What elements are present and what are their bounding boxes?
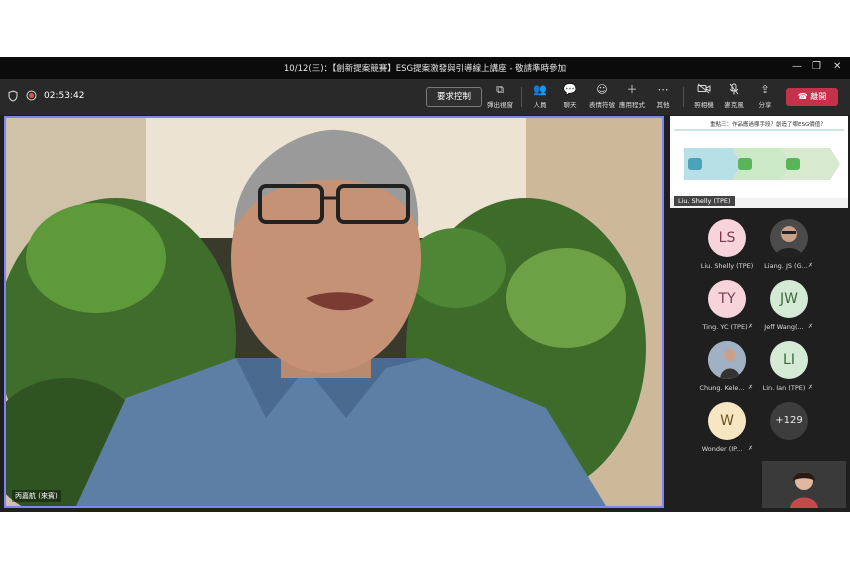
toolbar-divider [521, 87, 522, 107]
participant-name: Wonder (IP... [701, 445, 743, 453]
title-bar: 10/12(三)：【創新提案競賽】ESG提案激發與引導線上講座 - 敬請準時參加… [0, 57, 850, 79]
toolbar-divider [683, 87, 684, 107]
camera-button[interactable]: 照相機 [688, 83, 720, 109]
minimize-icon[interactable]: — [792, 61, 802, 72]
participant-name: Lin. Ian (TPE) [762, 384, 806, 392]
participant-name: Chung. Kele... [699, 384, 745, 392]
shared-content-preview[interactable]: 重點三：作品應過哪手段？創造了哪ESG價值？ [670, 116, 848, 208]
meeting-toolbar: 02:53:42 要求控制 ⧉ 彈出視窗 👥 人員 💬 聊天 ☺ 表情符號 ＋ … [0, 79, 850, 115]
participant-name: Jeff Wang(... [764, 323, 804, 331]
record-icon [26, 90, 37, 104]
restore-icon[interactable]: ❐ [812, 61, 821, 72]
presenter-tag: Liu. Shelly (TPE) [674, 196, 735, 206]
slide-diagram [670, 129, 848, 208]
camera-off-icon [688, 83, 720, 97]
shield-icon[interactable] [8, 90, 18, 105]
mic-button[interactable]: 麥克風 [718, 83, 750, 109]
apps-button[interactable]: ＋ 應用程式 [616, 83, 648, 109]
overflow-count: +129 [770, 402, 808, 440]
mic-off-icon: ✗ [808, 384, 814, 391]
speaker-video-frame [6, 118, 662, 506]
participant-name: Liang. JS (G... [764, 262, 808, 270]
request-control-button[interactable]: 要求控制 [426, 87, 482, 107]
window-title: 10/12(三)：【創新提案競賽】ESG提案激發與引導線上講座 - 敬請準時參加 [283, 64, 567, 74]
people-button[interactable]: 👥 人員 [524, 83, 556, 109]
more-icon: ⋯ [657, 83, 669, 96]
share-button[interactable]: ⇪ 分享 [749, 83, 781, 109]
plus-icon: ＋ [626, 83, 638, 96]
avatar: LI [770, 341, 808, 379]
mic-off-icon: ✗ [808, 323, 814, 330]
meeting-timer: 02:53:42 [44, 91, 85, 101]
smiley-icon: ☺ [596, 83, 608, 96]
mic-off-icon: ✗ [748, 384, 754, 391]
popout-icon: ⧉ [496, 83, 504, 96]
chat-icon: 💬 [563, 83, 577, 96]
teams-meeting-window: 10/12(三)：【創新提案競賽】ESG提案激發與引導線上講座 - 敬請準時參加… [0, 57, 850, 512]
popout-button[interactable]: ⧉ 彈出視窗 [484, 83, 516, 109]
mic-off-icon: ✗ [748, 323, 754, 330]
speaker-name-caption: 丙嘉航 (來賓) [12, 490, 61, 502]
mic-off-icon: ✗ [808, 262, 814, 269]
phone-icon: ☎ [797, 92, 808, 101]
chat-button[interactable]: 💬 聊天 [554, 83, 586, 109]
share-icon: ⇪ [760, 83, 770, 96]
avatar: JW [770, 280, 808, 318]
participant-name: Ting. YC (TPE) [702, 323, 748, 331]
main-speaker-video[interactable]: 丙嘉航 (來賓) [4, 116, 664, 508]
avatar-photo [770, 219, 808, 257]
avatar: W [708, 402, 746, 440]
people-icon: 👥 [533, 83, 547, 96]
reactions-button[interactable]: ☺ 表情符號 [586, 83, 618, 109]
leave-button[interactable]: ☎ 離開 [786, 88, 838, 106]
avatar: TY [708, 280, 746, 318]
close-icon[interactable]: ✕ [833, 61, 841, 72]
mic-off-icon [718, 83, 750, 97]
mic-off-icon: ✗ [748, 445, 754, 452]
participant-name: Liu. Shelly (TPE) [700, 262, 754, 270]
avatar-photo [708, 341, 746, 379]
self-view-video[interactable] [762, 461, 846, 508]
more-button[interactable]: ⋯ 其他 [647, 83, 679, 109]
avatar: LS [708, 219, 746, 257]
self-view-frame [762, 461, 846, 508]
